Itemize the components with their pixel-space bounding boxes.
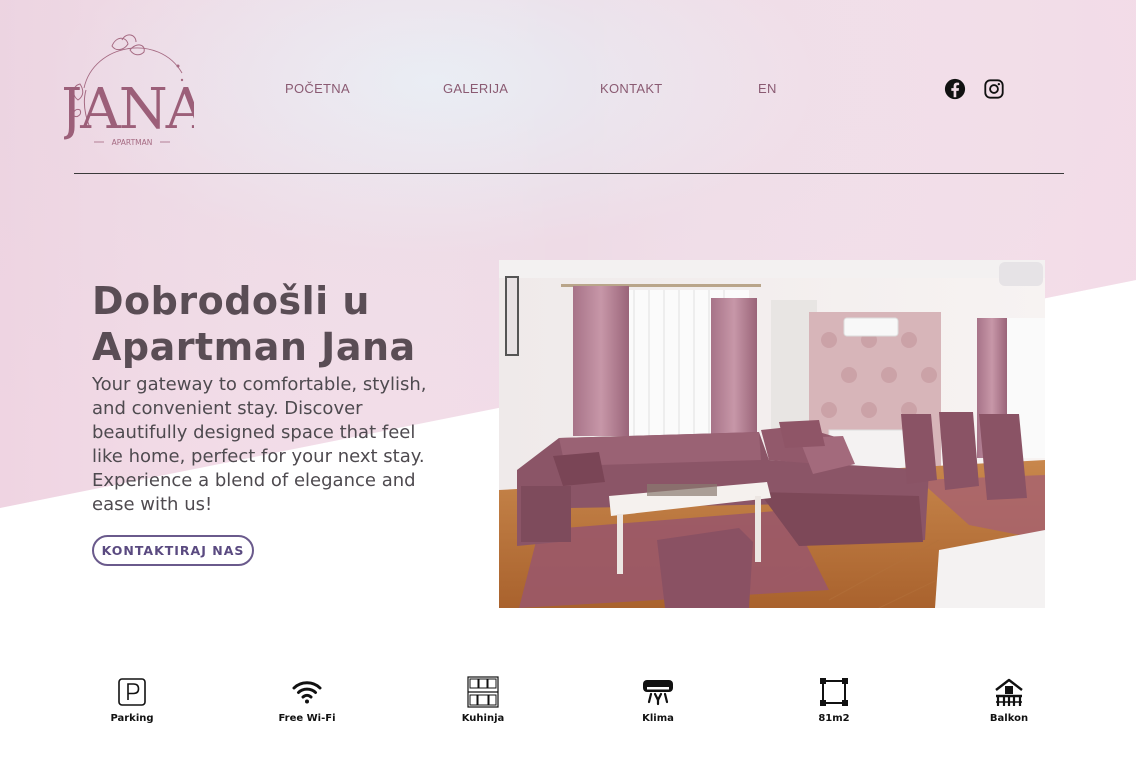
wifi-icon xyxy=(292,681,322,704)
hero-title: Dobrodošli u Apartman Jana xyxy=(92,278,472,370)
amenity-label: Balkon xyxy=(989,713,1029,724)
parking-icon xyxy=(118,678,146,706)
area-icon xyxy=(820,678,848,706)
balcony-icon xyxy=(995,678,1023,706)
facebook-icon[interactable] xyxy=(944,78,966,100)
amenity-parking: Parking xyxy=(82,676,182,724)
amenity-label: Klima xyxy=(642,713,674,724)
logo-subtitle: APARTMAN xyxy=(112,138,153,147)
amenity-label: 81m2 xyxy=(818,713,850,724)
header-divider xyxy=(74,173,1064,174)
hero-title-line2: Apartman Jana xyxy=(92,325,416,369)
nav-language[interactable]: EN xyxy=(758,80,777,98)
nav-gallery[interactable]: GALERIJA xyxy=(443,80,508,98)
amenity-kitchen: Kuhinja xyxy=(433,676,533,724)
contact-us-button[interactable]: KONTAKTIRAJ NAS xyxy=(92,535,254,566)
amenity-label: Free Wi-Fi xyxy=(278,713,336,724)
nav-home[interactable]: POČETNA xyxy=(285,80,350,98)
logo-wordmark: JANA xyxy=(64,77,194,142)
amenity-air-conditioning: Klima xyxy=(608,676,708,724)
amenity-area: 81m2 xyxy=(784,676,884,724)
nav-contact[interactable]: KONTAKT xyxy=(600,80,663,98)
kitchen-icon xyxy=(467,676,499,708)
amenity-balcony: Balkon xyxy=(959,676,1059,724)
logo[interactable]: JANA APARTMAN xyxy=(64,28,194,152)
amenity-label: Kuhinja xyxy=(461,713,505,724)
amenity-wifi: Free Wi-Fi xyxy=(257,676,357,724)
air-conditioner-icon xyxy=(643,680,673,706)
hero-title-line1: Dobrodošli u xyxy=(92,279,370,323)
hero-description: Your gateway to comfortable, stylish, an… xyxy=(92,374,427,515)
instagram-icon[interactable] xyxy=(983,78,1005,100)
amenity-label: Parking xyxy=(110,713,154,724)
living-room-photo xyxy=(499,260,1045,608)
